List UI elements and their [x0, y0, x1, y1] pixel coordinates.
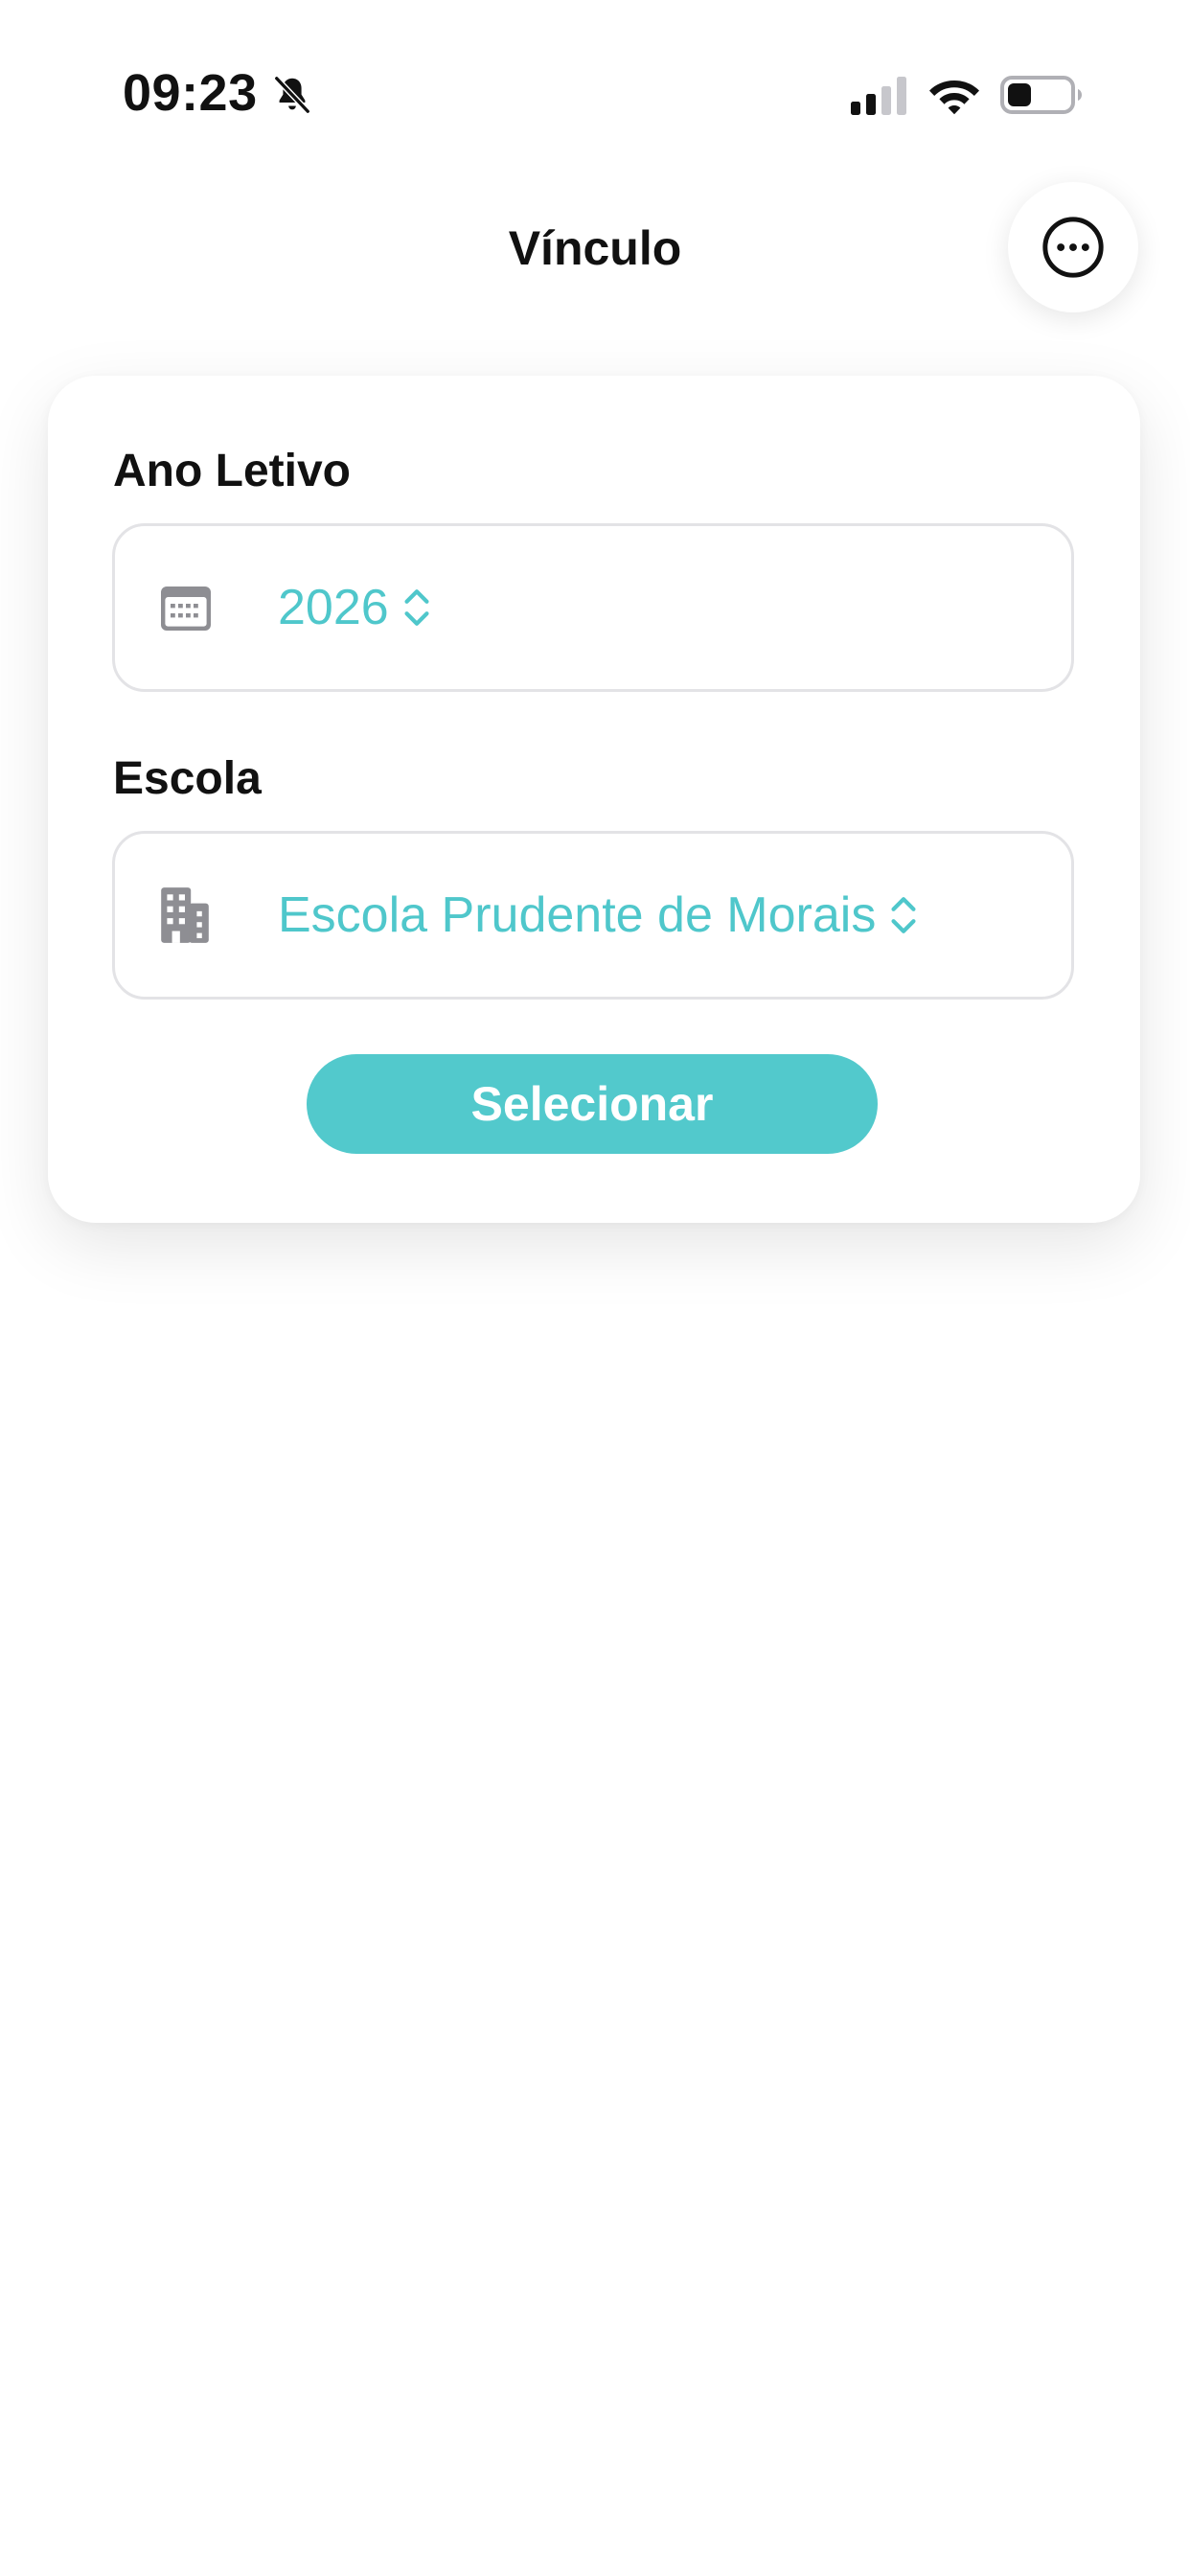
- calendar-icon: [161, 586, 211, 631]
- school-select[interactable]: Escola Prudente de Morais: [112, 831, 1074, 1000]
- building-icon: [161, 887, 209, 943]
- nav-header: Vínculo: [0, 153, 1190, 335]
- bell-off-icon: [273, 75, 311, 115]
- wifi-icon: [929, 80, 979, 115]
- ellipsis-circle-icon: [1042, 217, 1104, 278]
- year-value-wrap: 2026: [278, 579, 431, 636]
- screen: 09:23 Vínculo Ano Letivo 2026 Escola Esc…: [0, 0, 1190, 2576]
- battery-icon: [1000, 76, 1082, 114]
- signal-icon: [851, 77, 906, 115]
- more-options-button[interactable]: [1008, 182, 1138, 312]
- year-label: Ano Letivo: [113, 446, 351, 496]
- school-value: Escola Prudente de Morais: [278, 887, 877, 943]
- school-label: Escola: [113, 753, 262, 804]
- school-value-wrap: Escola Prudente de Morais: [278, 886, 918, 944]
- year-value: 2026: [278, 580, 389, 635]
- select-button[interactable]: Selecionar: [307, 1054, 878, 1154]
- link-selection-card: Ano Letivo 2026 Escola Escola Prudente d…: [48, 376, 1140, 1223]
- chevron-updown-icon: [404, 589, 429, 626]
- year-select[interactable]: 2026: [112, 523, 1074, 692]
- status-time: 09:23: [123, 64, 258, 122]
- chevron-updown-icon: [891, 897, 916, 933]
- status-bar: 09:23: [0, 0, 1190, 153]
